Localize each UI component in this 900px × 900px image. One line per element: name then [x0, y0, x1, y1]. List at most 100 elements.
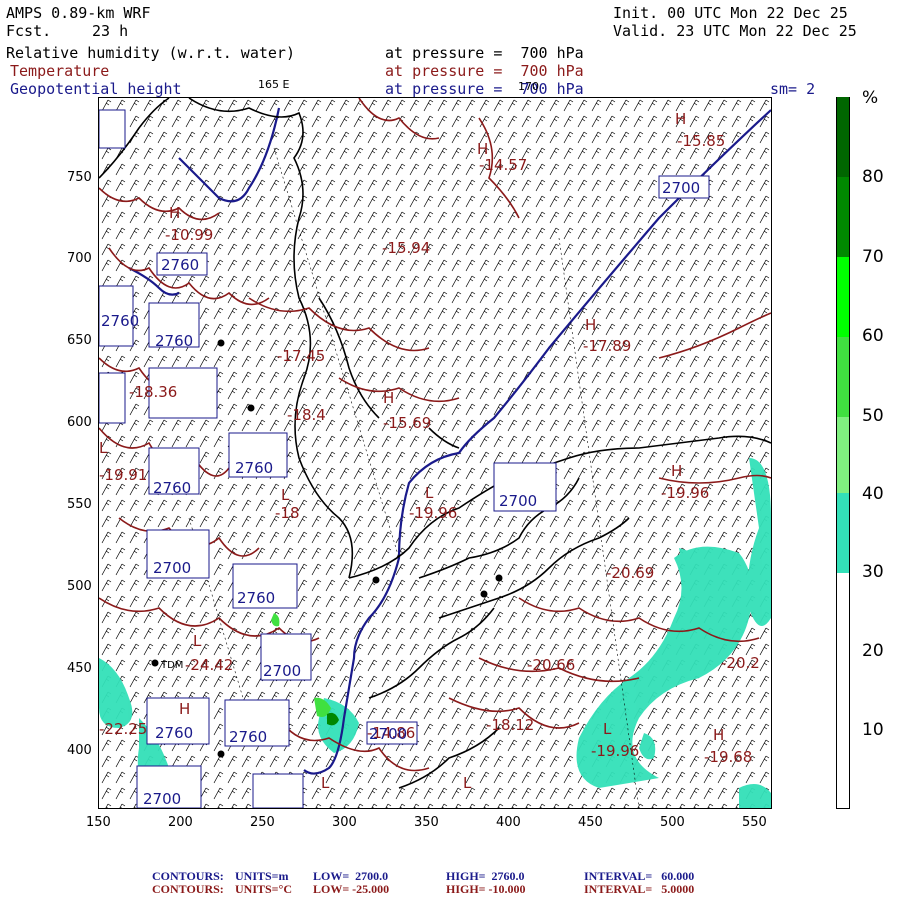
- colorbar-tick: 30: [862, 562, 884, 582]
- height-label: 2700: [369, 725, 407, 743]
- low-marker: L: [193, 632, 202, 650]
- temp-label: -20.69: [606, 564, 654, 582]
- y-tick: 400: [67, 743, 92, 758]
- temp-label: -14.57: [479, 156, 527, 174]
- temp-label: -15.85: [677, 132, 725, 150]
- temp-label: -18.4: [287, 406, 326, 424]
- y-tick: 550: [67, 497, 92, 512]
- high-label: HIGH= -10.000: [446, 882, 526, 896]
- height-label: 2760: [155, 332, 193, 350]
- pressure-rh: at pressure = 700 hPa: [385, 44, 584, 62]
- high-marker: H: [713, 726, 724, 744]
- colorbar-swatch-60-70: [836, 257, 850, 337]
- high-marker: H: [383, 389, 394, 407]
- height-label: 2760: [155, 724, 193, 742]
- colorbar-tick: 80: [862, 167, 884, 187]
- low-marker: L: [321, 774, 330, 792]
- x-tick: 200: [168, 815, 193, 830]
- field-rh-label: Relative humidity (w.r.t. water): [6, 44, 295, 62]
- height-label: 2700: [153, 559, 191, 577]
- colorbar-tick: 60: [862, 326, 884, 346]
- high-marker: H: [477, 140, 488, 158]
- high-marker: H: [671, 462, 682, 480]
- temp-label: -20.66: [527, 656, 575, 674]
- temp-label: -19.68: [704, 748, 752, 766]
- temp-label: -18.36: [129, 383, 177, 401]
- colorbar-swatch-below-30: [836, 573, 850, 809]
- y-tick: 700: [67, 251, 92, 266]
- x-tick: 450: [578, 815, 603, 830]
- temp-label: -15.69: [383, 414, 431, 432]
- colorbar-tick: 20: [862, 641, 884, 661]
- forecast-value: 23 h: [92, 22, 129, 40]
- x-tick: 250: [250, 815, 275, 830]
- height-label: 2700: [263, 662, 301, 680]
- height-label: 2700: [143, 790, 181, 808]
- x-tick: 500: [660, 815, 685, 830]
- station-label: TDM: [160, 660, 183, 671]
- valid-time: Valid. 23 UTC Mon 22 Dec 25: [613, 22, 857, 40]
- low-marker: L: [603, 720, 612, 738]
- temp-label: -24.42: [185, 656, 233, 674]
- map-canvas: -15.85 -14.57 -10.99 -15.94 -17.89 -17.4…: [99, 98, 771, 808]
- height-label: 2700: [662, 179, 700, 197]
- temp-label: -18: [275, 504, 300, 522]
- temp-label: -19.96: [661, 484, 709, 502]
- colorbar-tick: 70: [862, 247, 884, 267]
- high-marker: H: [169, 204, 180, 222]
- temp-label: -19.96: [591, 742, 639, 760]
- longitude-165-label: 165 E: [258, 78, 290, 91]
- colorbar-swatch-70-80: [836, 177, 850, 257]
- colorbar-tick: 10: [862, 720, 884, 740]
- model-title: AMPS 0.89-km WRF: [6, 4, 151, 22]
- temp-label: -15.94: [382, 239, 430, 257]
- temp-label: -20.2: [721, 654, 760, 672]
- units-label: UNITS=°C: [235, 882, 292, 896]
- colorbar-unit: %: [862, 88, 879, 108]
- field-temperature-label: Temperature: [10, 62, 110, 80]
- y-tick: 650: [67, 333, 92, 348]
- high-marker: H: [585, 316, 596, 334]
- colorbar-tick: 40: [862, 484, 884, 504]
- contours-label: CONTOURS:: [152, 882, 224, 896]
- height-label: 2760: [235, 459, 273, 477]
- temp-label: -10.99: [165, 226, 213, 244]
- low-marker: L: [99, 439, 108, 457]
- x-tick: 400: [496, 815, 521, 830]
- x-tick: 550: [742, 815, 767, 830]
- temp-label: -18.12: [486, 716, 534, 734]
- temp-label: -19.91: [99, 466, 147, 484]
- colorbar-swatch-50-60: [836, 337, 850, 417]
- low-marker: L: [281, 486, 290, 504]
- y-tick: 450: [67, 661, 92, 676]
- high-marker: H: [675, 110, 686, 128]
- high-marker: H: [179, 700, 190, 718]
- temp-label: -22.25: [99, 720, 147, 738]
- field-height-label: Geopotential height: [10, 80, 182, 98]
- temp-label: -17.89: [583, 337, 631, 355]
- y-tick: 600: [67, 415, 92, 430]
- y-tick: 750: [67, 170, 92, 185]
- temp-label: -17.45: [277, 347, 325, 365]
- colorbar-swatch-80-90: [836, 97, 850, 177]
- forecast-label: Fcst.: [6, 22, 52, 40]
- smoothing-label: sm= 2: [770, 80, 816, 98]
- interval-label: INTERVAL= 5.0000: [584, 882, 695, 896]
- low-label: LOW= -25.000: [313, 882, 390, 896]
- low-marker: L: [425, 484, 434, 502]
- map-panel: -15.85 -14.57 -10.99 -15.94 -17.89 -17.4…: [98, 97, 772, 809]
- pressure-temperature: at pressure = 700 hPa: [385, 62, 584, 80]
- low-marker: L: [463, 774, 472, 792]
- pressure-height: at pressure = 700 hPa: [385, 80, 584, 98]
- x-tick: 150: [86, 815, 111, 830]
- temp-label: -19.96: [409, 504, 457, 522]
- y-tick: 500: [67, 579, 92, 594]
- height-label: 2760: [101, 312, 139, 330]
- height-label: 2760: [237, 589, 275, 607]
- colorbar-swatch-30-40: [836, 493, 850, 573]
- height-label: 2760: [161, 256, 199, 274]
- init-time: Init. 00 UTC Mon 22 Dec 25: [613, 4, 848, 22]
- longitude-170-label: 170: [518, 80, 539, 93]
- colorbar-tick: 50: [862, 406, 884, 426]
- height-label: 2700: [499, 492, 537, 510]
